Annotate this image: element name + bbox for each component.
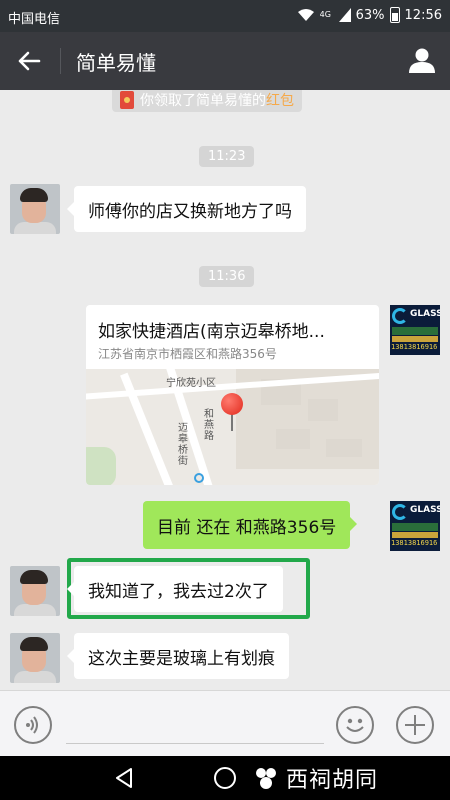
my-avatar[interactable]: GLASS 13813816916 [390,501,440,551]
watermark-text: 西祠胡同 [286,768,379,793]
timestamp: 11:36 [199,266,255,287]
timestamp: 11:23 [199,146,255,167]
message-input-bar [0,690,450,756]
system-nav-bar: 西祠胡同 [0,756,450,800]
nav-home-icon[interactable] [214,767,236,789]
location-title: 如家快捷酒店(南京迈皋桥地... [98,322,325,342]
received-message[interactable]: 师傅你的店又换新地方了吗 [67,186,306,232]
contact-avatar[interactable] [10,184,60,234]
chat-header: 简单易懂 [0,32,450,90]
notice-text: 你领取了简单易懂的 [140,93,266,109]
message-input[interactable] [66,743,324,744]
emoji-icon [346,718,364,732]
red-packet-link[interactable]: 红包 [266,90,294,110]
contact-profile-icon[interactable] [408,46,436,74]
chat-area[interactable]: 你领取了简单易懂的 红包 11:23 师傅你的店又换新地方了吗 11:36 如家快… [0,90,450,690]
status-bar: 中国电信 4G 63% 12:56 [0,0,450,32]
chat-title: 简单易懂 [76,51,156,75]
map-pin-icon [221,393,243,415]
contact-avatar[interactable] [10,566,60,616]
location-map-preview: 宁欣苑小区 和燕路 迈皋桥街 [86,369,379,485]
map-road-label: 迈皋桥街 [178,423,188,467]
battery-icon [389,7,400,23]
clock: 12:56 [404,7,442,23]
carrier-label: 中国电信 [8,12,61,27]
received-message[interactable]: 我知道了，我去过2次了 [67,566,283,612]
red-packet-notice: 你领取了简单易懂的 红包 [112,90,302,112]
status-right: 4G 63% 12:56 [297,7,442,23]
map-pin-stick [231,413,233,431]
location-address: 江苏省南京市栖霞区和燕路356号 [98,347,277,361]
wifi-icon [297,9,314,21]
my-avatar[interactable]: GLASS 13813816916 [390,305,440,355]
nav-back-icon[interactable] [114,767,136,789]
map-location-dot [194,473,204,483]
sent-message[interactable]: 目前 还在 和燕路356号 [143,501,358,549]
location-message-card[interactable]: 如家快捷酒店(南京迈皋桥地... 江苏省南京市栖霞区和燕路356号 宁欣苑小区 … [86,305,379,485]
more-options-button[interactable] [396,706,434,744]
network-type-label: 4G [319,10,331,19]
voice-input-button[interactable] [14,706,52,744]
received-message[interactable]: 这次主要是玻璃上有划痕 [67,633,289,679]
emoji-button[interactable] [336,706,374,744]
header-divider [60,48,61,74]
contact-avatar[interactable] [10,633,60,683]
map-area-label: 宁欣苑小区 [166,378,216,389]
red-packet-icon [120,91,134,109]
back-arrow-icon[interactable] [16,48,42,74]
plus-icon [405,715,425,735]
voice-icon [26,716,38,734]
watermark: 西祠胡同 [252,760,378,796]
battery-percent: 63% [355,7,385,23]
watermark-logo-icon [256,768,276,789]
map-road-label: 和燕路 [204,409,214,442]
signal-icon [338,8,351,22]
